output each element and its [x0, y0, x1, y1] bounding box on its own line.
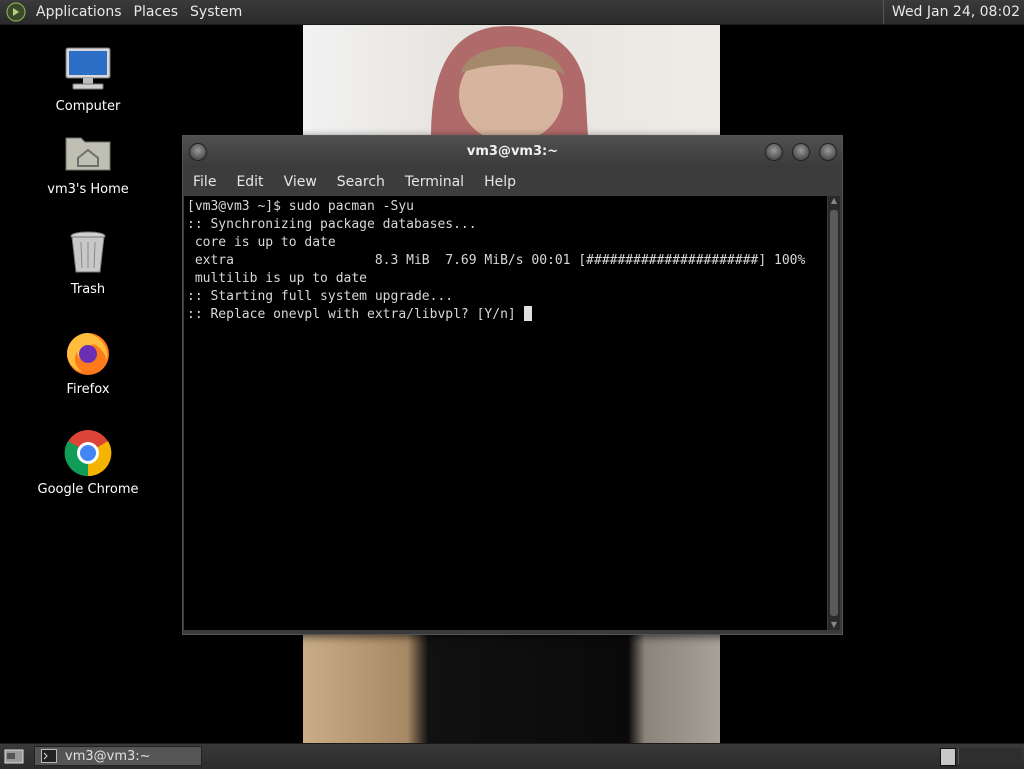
close-button[interactable] [819, 143, 837, 161]
terminal-line: :: Starting full system upgrade... [187, 289, 454, 304]
wallpaper-top [303, 25, 720, 143]
panel-clock[interactable]: Wed Jan 24, 08:02 [882, 0, 1020, 24]
scroll-down-icon[interactable]: ▼ [828, 620, 840, 630]
desktop-icon-label: Firefox [66, 382, 110, 397]
desktop-icon-label: vm3's Home [47, 182, 129, 197]
terminal-output[interactable]: [vm3@vm3 ~]$ sudo pacman -Syu:: Synchron… [184, 196, 827, 630]
terminal-line: multilib is up to date [187, 271, 368, 286]
window-title: vm3@vm3:~ [466, 144, 559, 159]
taskbar-terminal-button[interactable]: vm3@vm3:~ [34, 746, 202, 766]
menu-terminal[interactable]: Terminal [395, 168, 474, 196]
terminal-line: extra 8.3 MiB 7.69 MiB/s 00:01 [########… [187, 253, 806, 268]
trash-icon [63, 228, 113, 278]
places-menu[interactable]: Places [128, 0, 185, 24]
terminal-cursor [523, 306, 532, 321]
panel-menu: Applications Places System [30, 0, 248, 24]
scroll-up-icon[interactable]: ▲ [828, 196, 840, 206]
chrome-icon [63, 428, 113, 478]
home-folder-icon [63, 128, 113, 178]
firefox-icon [63, 328, 113, 378]
computer-icon [63, 45, 113, 95]
terminal-icon [41, 749, 57, 763]
terminal-line: core is up to date [187, 235, 336, 250]
workspace-switcher[interactable] [958, 748, 1021, 764]
maximize-button[interactable] [792, 143, 810, 161]
menu-edit[interactable]: Edit [226, 168, 273, 196]
desktop-icon-label: Trash [70, 282, 106, 297]
desktop-icon-computer[interactable]: Computer [23, 45, 153, 114]
terminal-window[interactable]: vm3@vm3:~ File Edit View Search Terminal… [182, 135, 843, 635]
desktop-icon-chrome[interactable]: Google Chrome [23, 428, 153, 497]
terminal-line: :: Synchronizing package databases... [187, 217, 477, 232]
bottom-panel: vm3@vm3:~ [0, 743, 1024, 769]
desktop-icon-label: Google Chrome [37, 482, 139, 497]
minimize-button[interactable] [765, 143, 783, 161]
applications-menu[interactable]: Applications [30, 0, 128, 24]
terminal-line: :: Replace onevpl with extra/libvpl? [Y/… [187, 307, 524, 322]
desktop-icon-home[interactable]: vm3's Home [23, 128, 153, 197]
taskbar-task-label: vm3@vm3:~ [65, 748, 151, 764]
terminal-line: [vm3@vm3 ~]$ sudo pacman -Syu [187, 199, 414, 214]
distro-logo-icon[interactable] [6, 2, 26, 22]
menu-file[interactable]: File [183, 168, 226, 196]
terminal-menubar: File Edit View Search Terminal Help [183, 168, 842, 196]
desktop-icon-label: Computer [55, 99, 121, 114]
top-panel: Applications Places System Wed Jan 24, 0… [0, 0, 1024, 25]
workspace-switcher-active[interactable] [940, 748, 956, 766]
menu-view[interactable]: View [274, 168, 327, 196]
terminal-prompt-line: :: Replace onevpl with extra/libvpl? [Y/… [187, 306, 827, 324]
show-desktop-icon[interactable] [4, 747, 24, 765]
desktop-icon-trash[interactable]: Trash [23, 228, 153, 297]
desktop-icon-firefox[interactable]: Firefox [23, 328, 153, 397]
menu-search[interactable]: Search [327, 168, 395, 196]
terminal-scrollbar[interactable]: ▲ ▼ [828, 196, 840, 630]
window-titlebar[interactable]: vm3@vm3:~ [183, 136, 842, 168]
person-photo-icon [431, 26, 588, 143]
menu-help[interactable]: Help [474, 168, 526, 196]
scrollbar-thumb[interactable] [830, 210, 838, 616]
system-menu[interactable]: System [184, 0, 248, 24]
wallpaper-bottom [303, 630, 720, 743]
